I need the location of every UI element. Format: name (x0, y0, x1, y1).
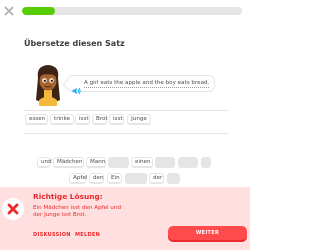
speech-bubble: A girl eats the apple and the boy eats b… (67, 75, 216, 94)
answer-line (24, 133, 229, 134)
report-link[interactable]: MELDEN (75, 232, 100, 238)
answer-word[interactable]: Brot (92, 114, 108, 125)
word-bank-slot (108, 157, 129, 168)
progress-fill (22, 7, 55, 15)
word-bank-slot (167, 173, 180, 184)
continue-button[interactable]: WEITER (168, 226, 247, 240)
answer-line (24, 110, 229, 111)
word-bank-slot (125, 173, 147, 184)
word-bank-chip[interactable]: den (89, 173, 104, 184)
answer-word[interactable]: trinke (50, 114, 74, 125)
word-bank-chip[interactable]: Ein (107, 173, 122, 184)
word-bank-slot (178, 157, 198, 168)
answer-word[interactable]: isst (109, 114, 124, 125)
error-icon (2, 198, 24, 220)
word-bank-slot (201, 157, 211, 168)
feedback-title: Richtige Lösung: (33, 192, 103, 201)
correct-answer-text: Ein Mädchen isst den Apfel und der Junge… (33, 205, 122, 218)
prompt-title: Übersetze diesen Satz (24, 39, 125, 48)
progress-bar (22, 7, 242, 15)
word-bank-chip[interactable]: Apfel (69, 173, 87, 184)
word-bank-chip[interactable]: einen (131, 157, 153, 168)
word-bank-chip[interactable]: Mann (86, 157, 106, 168)
speaker-icon[interactable] (72, 80, 81, 94)
prompt-sentence[interactable]: A girl eats the apple and the boy eats b… (84, 80, 210, 88)
answer-word[interactable]: isst (75, 114, 90, 125)
answer-word[interactable]: Junge (127, 114, 151, 125)
character-illustration (36, 65, 60, 106)
close-icon[interactable] (4, 6, 14, 16)
word-bank-chip[interactable]: der (149, 173, 164, 184)
answer-word[interactable]: essen (25, 114, 48, 125)
word-bank-chip[interactable]: und (37, 157, 52, 168)
word-bank-slot (155, 157, 175, 168)
discussion-link[interactable]: DISKUSSION (33, 232, 71, 238)
word-bank-chip[interactable]: Mädchen (53, 157, 84, 168)
